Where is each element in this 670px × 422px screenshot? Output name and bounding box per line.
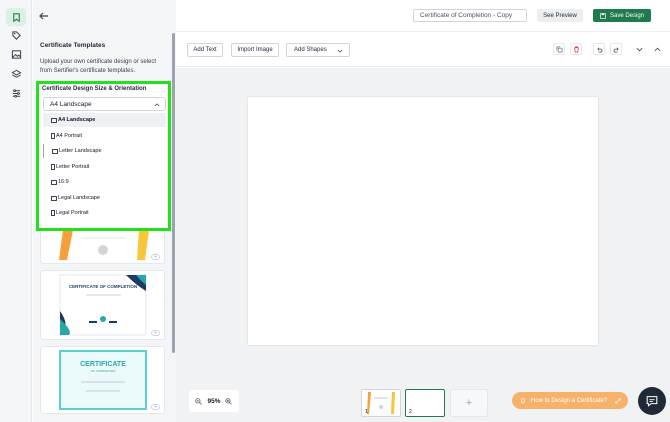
left-rail — [0, 0, 32, 422]
back-arrow-icon[interactable] — [38, 10, 50, 22]
zoom-out-icon[interactable] — [195, 397, 203, 405]
undo-button[interactable] — [593, 43, 605, 55]
portrait-icon — [51, 210, 55, 216]
zoom-control: 95% — [189, 390, 239, 412]
layers-icon — [10, 69, 22, 78]
template-thumbnail[interactable]: + — [40, 229, 165, 264]
certificate-editor: Certificate Templates Upload your own ce… — [0, 0, 670, 422]
copy-icon — [556, 46, 562, 52]
add-shapes-button[interactable]: Add Shapes — [286, 43, 350, 57]
move-down-button[interactable] — [633, 43, 645, 55]
size-select-value: A4 Landscape — [50, 101, 92, 108]
redo-button[interactable] — [610, 43, 622, 55]
page-thumbnail-2[interactable]: 2 — [405, 389, 445, 417]
certificate-page-canvas[interactable] — [248, 97, 598, 345]
lightbulb-icon — [520, 397, 526, 404]
chevron-up-icon — [654, 47, 660, 51]
save-design-button[interactable]: Save Design — [593, 9, 651, 22]
landscape-icon — [52, 148, 58, 154]
image-icon — [11, 49, 21, 59]
add-template-icon[interactable]: + — [151, 254, 160, 260]
import-image-button[interactable]: Import Image — [231, 43, 279, 57]
template-title: CERTIFICATE — [80, 361, 126, 368]
save-icon — [600, 12, 606, 19]
template-preview-image: CERTIFICATE OF COMPLETION — [59, 350, 147, 410]
rail-layers-button[interactable] — [6, 65, 26, 83]
redo-icon — [613, 47, 618, 52]
chevron-down-icon — [337, 49, 343, 53]
size-option-a4-portrait[interactable]: A4 Portrait — [43, 129, 166, 143]
template-preview-image: CERTIFICATE OF COMPLETION — [59, 274, 147, 336]
trash-icon — [573, 46, 579, 52]
panel-scrollbar[interactable] — [172, 33, 175, 353]
size-option-letter-portrait[interactable]: Letter Portrait — [43, 160, 166, 174]
landscape-icon — [51, 117, 57, 123]
chevron-down-icon — [636, 47, 642, 51]
add-page-button[interactable]: + — [450, 389, 488, 417]
how-to-design-button[interactable]: How to Design a Certificate? — [512, 392, 628, 409]
expand-icon — [615, 397, 621, 404]
tag-icon — [11, 30, 21, 40]
size-option-legal-portrait[interactable]: Legal Portrait — [43, 206, 166, 220]
size-option-16-9[interactable]: 16:9 — [43, 175, 166, 189]
design-title-input[interactable] — [413, 9, 527, 22]
rail-settings-button[interactable] — [6, 84, 26, 102]
duplicate-button[interactable] — [553, 43, 565, 55]
zoom-in-icon[interactable] — [225, 397, 233, 405]
chat-support-button[interactable] — [638, 387, 666, 415]
settings-sliders-icon — [12, 88, 20, 98]
portrait-icon — [51, 133, 55, 139]
size-orientation-section: Certificate Design Size & Orientation A4… — [36, 81, 171, 231]
chat-icon — [646, 396, 658, 407]
move-up-button[interactable] — [651, 43, 663, 55]
delete-button[interactable] — [570, 43, 582, 55]
rail-image-button[interactable] — [6, 45, 26, 63]
portrait-icon — [51, 164, 55, 170]
see-preview-button[interactable]: See Preview — [537, 9, 583, 22]
template-preview-image — [59, 230, 149, 260]
chevron-up-icon — [154, 103, 160, 107]
landscape-icon — [51, 179, 57, 185]
add-template-icon[interactable]: + — [151, 404, 160, 410]
template-subtitle: OF COMPLETION — [91, 369, 116, 373]
panel-title: Certificate Templates — [40, 42, 106, 49]
rail-certificate-button[interactable] — [6, 8, 26, 26]
size-option-legal-landscape[interactable]: Legal Landscape — [43, 191, 166, 205]
size-options-list: A4 Landscape A4 Portrait Letter Landscap… — [43, 113, 166, 227]
landscape-icon — [51, 195, 57, 201]
size-orientation-label: Certificate Design Size & Orientation — [42, 86, 147, 92]
panel-description: Upload your own certificate design or se… — [40, 59, 157, 74]
size-orientation-select[interactable]: A4 Landscape — [43, 97, 166, 111]
add-text-button[interactable]: Add Text — [187, 43, 223, 57]
template-thumbnail[interactable]: CERTIFICATE OF COMPLETION + — [40, 270, 165, 340]
page-thumbnail-1[interactable]: 1 — [361, 389, 401, 417]
zoom-level: 95% — [207, 397, 221, 405]
template-title: CERTIFICATE OF COMPLETION — [69, 284, 137, 289]
template-thumbnail[interactable]: CERTIFICATE OF COMPLETION + — [40, 346, 165, 414]
undo-icon — [597, 47, 602, 52]
certificate-icon — [12, 12, 20, 22]
size-option-a4-landscape[interactable]: A4 Landscape — [43, 113, 166, 127]
size-option-letter-landscape[interactable]: Letter Landscape — [43, 144, 166, 158]
rail-tag-button[interactable] — [6, 26, 26, 44]
add-template-icon[interactable]: + — [151, 330, 160, 336]
